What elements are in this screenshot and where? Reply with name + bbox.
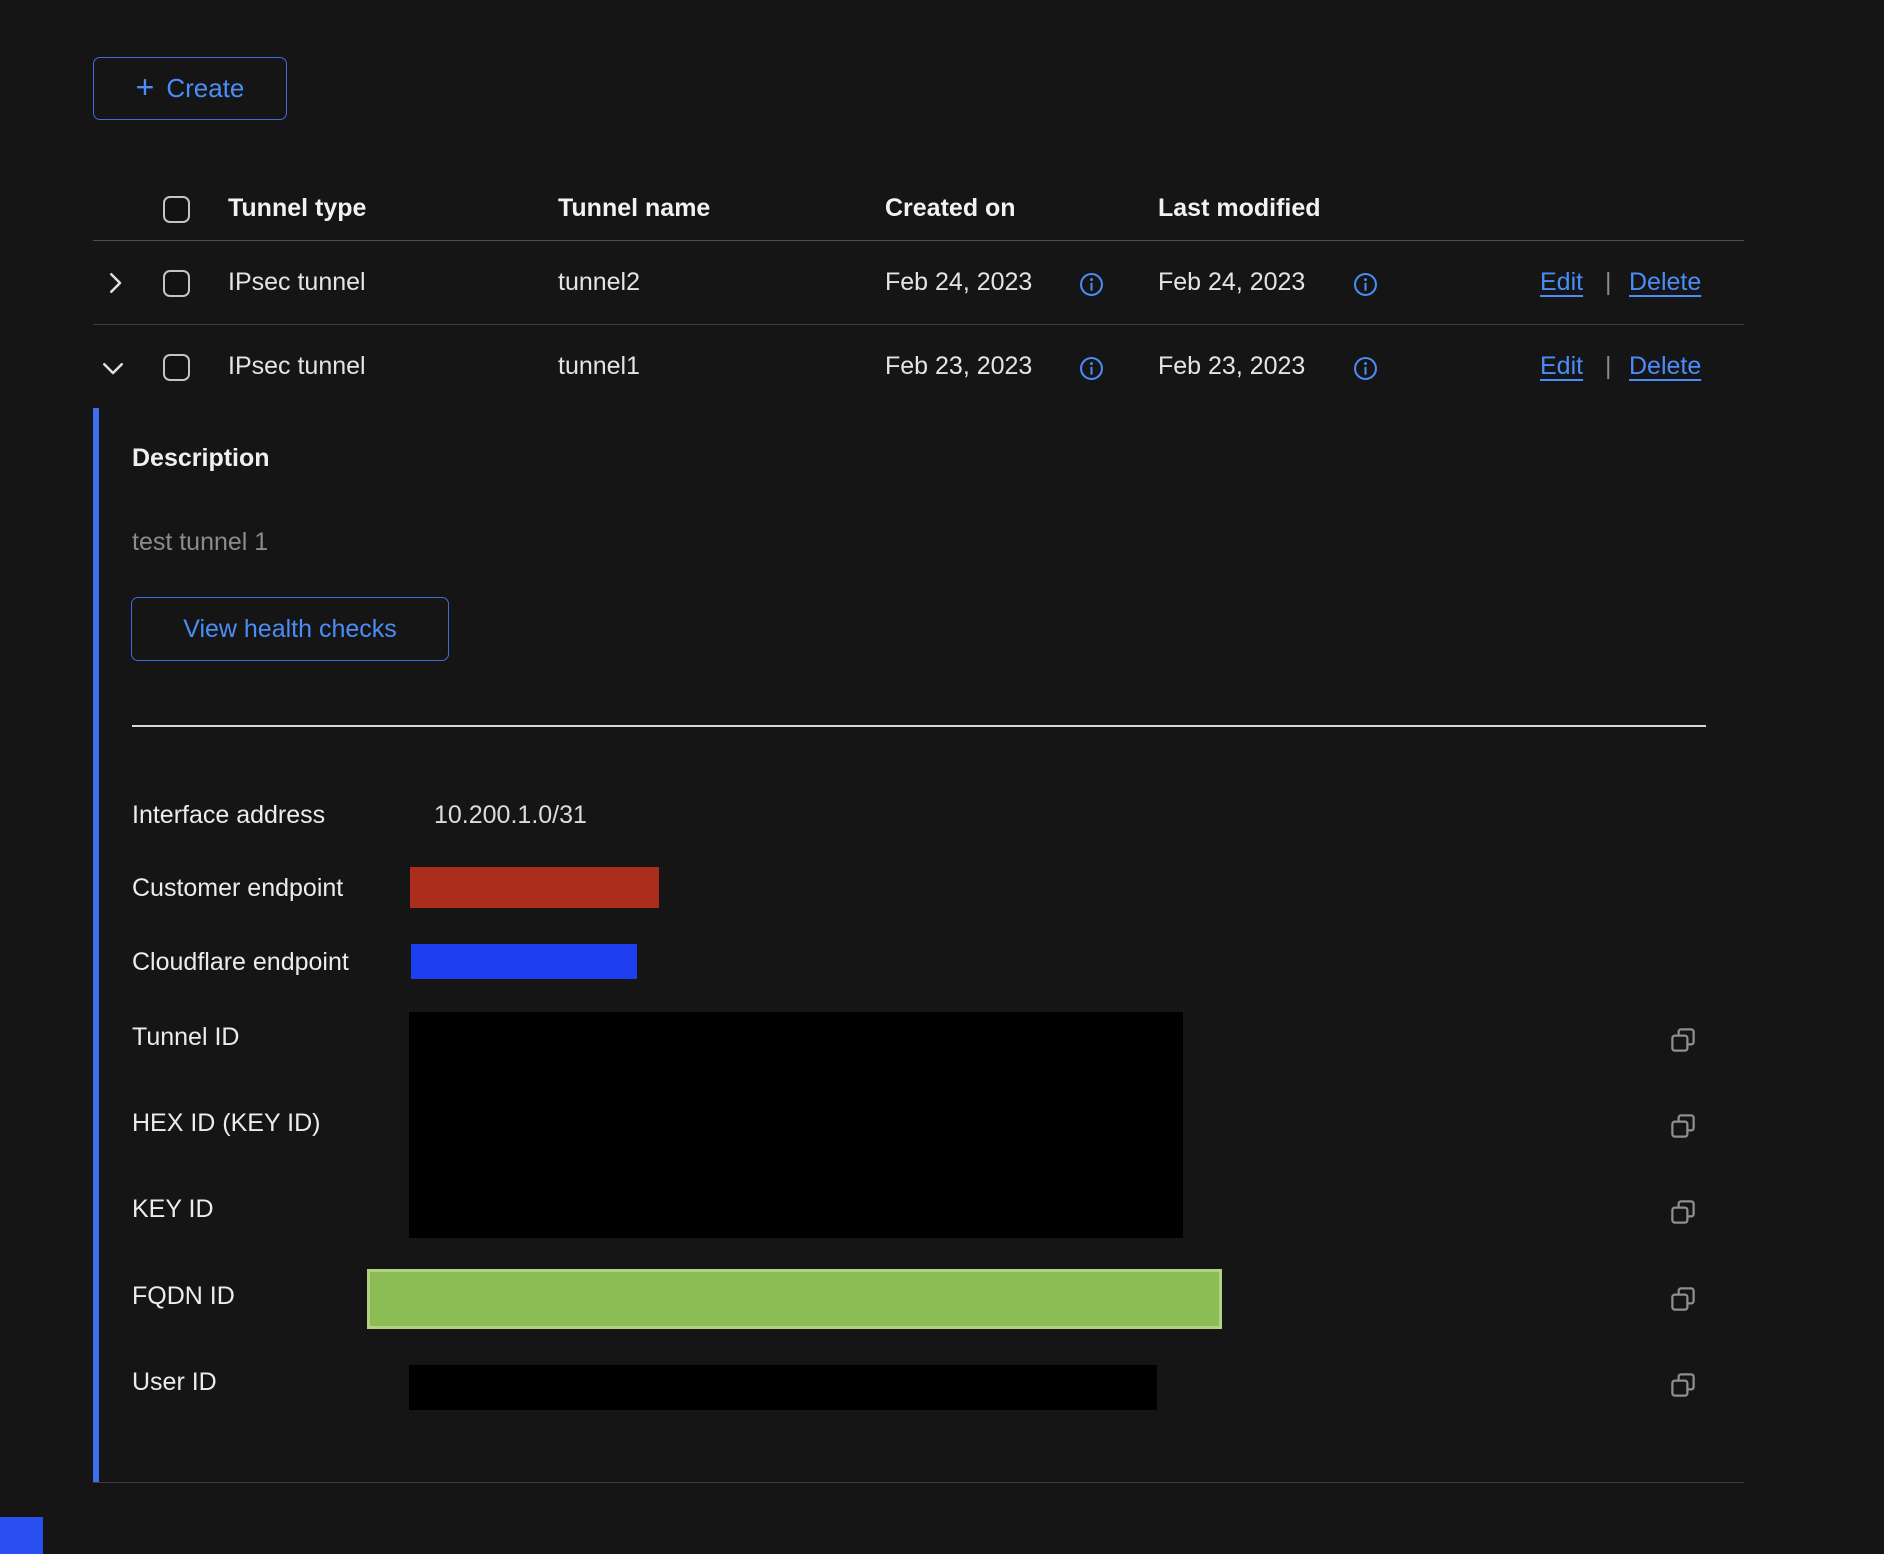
cell-tunnel-name: tunnel1 — [558, 352, 640, 381]
user-id-redacted-value — [409, 1365, 1157, 1410]
row-checkbox[interactable] — [163, 270, 190, 297]
cell-tunnel-type: IPsec tunnel — [228, 268, 366, 297]
interface-address-label: Interface address — [132, 801, 325, 830]
copy-hex-id-button[interactable] — [1668, 1111, 1698, 1141]
customer-endpoint-label: Customer endpoint — [132, 874, 343, 903]
header-tunnel-name: Tunnel name — [558, 194, 710, 223]
view-health-checks-button[interactable]: View health checks — [131, 597, 449, 661]
plus-icon: + — [136, 71, 155, 103]
cloudflare-endpoint-label: Cloudflare endpoint — [132, 948, 349, 977]
action-separator: | — [1605, 352, 1612, 381]
table-bottom-divider — [93, 1482, 1744, 1483]
fqdn-id-redacted-value — [367, 1269, 1222, 1329]
delete-link[interactable]: Delete — [1629, 268, 1701, 297]
modified-info-icon[interactable] — [1352, 355, 1379, 382]
collapse-row-button[interactable] — [98, 353, 128, 383]
copy-user-id-button[interactable] — [1668, 1370, 1698, 1400]
expanded-row-accent-bar — [93, 408, 99, 1483]
create-button-label: Create — [166, 73, 244, 104]
header-last-modified: Last modified — [1158, 194, 1321, 223]
interface-address-value: 10.200.1.0/31 — [434, 801, 587, 830]
description-label: Description — [132, 444, 270, 473]
copy-fqdn-id-button[interactable] — [1668, 1284, 1698, 1314]
fqdn-id-label: FQDN ID — [132, 1282, 235, 1311]
cell-created-on: Feb 24, 2023 — [885, 268, 1032, 297]
cell-created-on: Feb 23, 2023 — [885, 352, 1032, 381]
tunnels-page: + Create Tunnel type Tunnel name Created… — [0, 0, 1884, 1554]
row-checkbox[interactable] — [163, 354, 190, 381]
key-id-label: KEY ID — [132, 1195, 214, 1224]
view-health-checks-label: View health checks — [183, 615, 397, 644]
copy-icon — [1668, 1215, 1698, 1230]
chevron-down-icon — [98, 371, 128, 386]
edit-link[interactable]: Edit — [1540, 268, 1583, 297]
header-divider — [93, 240, 1744, 241]
copy-icon — [1668, 1043, 1698, 1058]
delete-link[interactable]: Delete — [1629, 352, 1701, 381]
edit-link[interactable]: Edit — [1540, 352, 1583, 381]
cell-last-modified: Feb 24, 2023 — [1158, 268, 1305, 297]
expand-row-button[interactable] — [100, 268, 130, 298]
description-value: test tunnel 1 — [132, 528, 268, 557]
copy-icon — [1668, 1388, 1698, 1403]
copy-icon — [1668, 1302, 1698, 1317]
created-info-icon[interactable] — [1078, 355, 1105, 382]
customer-endpoint-redacted-value — [410, 867, 659, 908]
copy-icon — [1668, 1129, 1698, 1144]
cell-tunnel-name: tunnel2 — [558, 268, 640, 297]
copy-tunnel-id-button[interactable] — [1668, 1025, 1698, 1055]
bottom-blue-chip — [0, 1517, 43, 1554]
cell-tunnel-type: IPsec tunnel — [228, 352, 366, 381]
select-all-checkbox[interactable] — [163, 196, 190, 223]
modified-info-icon[interactable] — [1352, 271, 1379, 298]
action-separator: | — [1605, 268, 1612, 297]
header-tunnel-type: Tunnel type — [228, 194, 366, 223]
copy-key-id-button[interactable] — [1668, 1197, 1698, 1227]
user-id-label: User ID — [132, 1368, 217, 1397]
cloudflare-endpoint-redacted-value — [411, 944, 637, 979]
tunnel-id-label: Tunnel ID — [132, 1023, 239, 1052]
cell-last-modified: Feb 23, 2023 — [1158, 352, 1305, 381]
header-created-on: Created on — [885, 194, 1016, 223]
ids-redacted-value — [409, 1012, 1183, 1238]
hex-id-label: HEX ID (KEY ID) — [132, 1109, 320, 1138]
row-divider — [93, 324, 1744, 325]
chevron-right-icon — [100, 286, 130, 301]
section-divider — [132, 725, 1706, 727]
create-button[interactable]: + Create — [93, 57, 287, 120]
created-info-icon[interactable] — [1078, 271, 1105, 298]
